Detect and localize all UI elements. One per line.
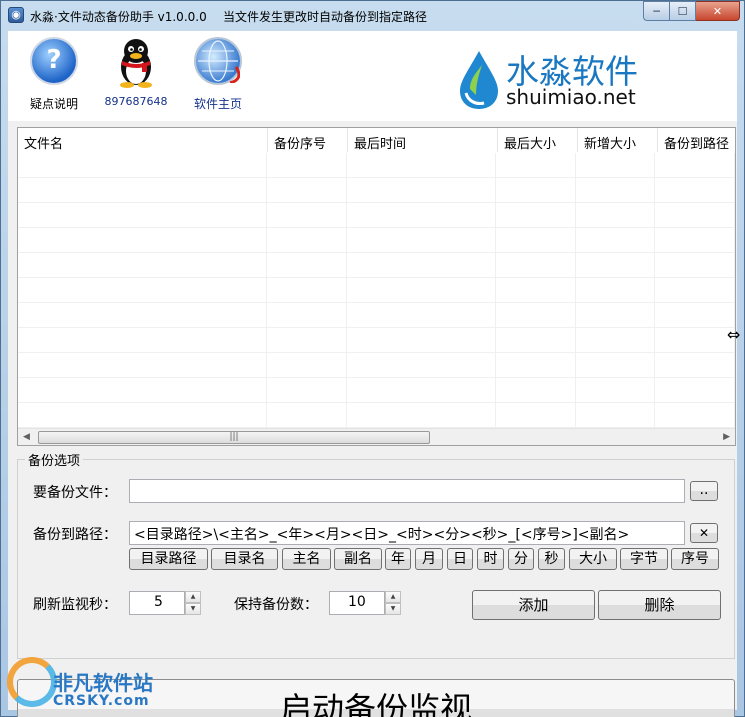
caption-buttons: ─ ☐ ✕	[643, 1, 740, 21]
close-button[interactable]: ✕	[696, 1, 740, 21]
scroll-right-icon[interactable]: ▶	[723, 432, 730, 442]
token-button-bytes[interactable]: 字节	[620, 548, 668, 570]
watermark-url: CRSKY.com	[53, 693, 150, 709]
window-title: 水淼·文件动态备份助手 v1.0.0.0	[30, 10, 207, 24]
spin-up-icon[interactable]: ▲	[385, 591, 401, 603]
column-header-last-time[interactable]: 最后时间	[348, 128, 498, 152]
token-button-seq[interactable]: 序号	[671, 548, 719, 570]
window-subtitle: 当文件发生更改时自动备份到指定路径	[223, 10, 428, 24]
globe-icon	[194, 37, 242, 85]
refresh-seconds-label: 刷新监视秒：	[33, 597, 117, 613]
token-button-year[interactable]: 年	[385, 548, 411, 570]
qq-label: 897687648	[104, 95, 168, 108]
scrollbar-thumb[interactable]: |||	[38, 431, 430, 444]
close-icon: ✕	[712, 4, 723, 18]
app-window: ◉ 水淼·文件动态备份助手 v1.0.0.0 当文件发生更改时自动备份到指定路径…	[0, 0, 745, 717]
keep-count-input[interactable]: 10	[329, 591, 385, 615]
title-bar[interactable]: ◉ 水淼·文件动态备份助手 v1.0.0.0 当文件发生更改时自动备份到指定路径…	[1, 1, 744, 29]
homepage-label: 软件主页	[193, 97, 242, 111]
scroll-left-icon[interactable]: ◀	[23, 432, 30, 442]
token-button-day[interactable]: 日	[447, 548, 473, 570]
token-button-ext-name[interactable]: 副名	[334, 548, 382, 570]
token-button-main-name[interactable]: 主名	[282, 548, 331, 570]
token-button-size[interactable]: 大小	[569, 548, 617, 570]
backup-file-list[interactable]: 文件名 备份序号 最后时间 最后大小 新增大小 备份到路径 ◀ ||| ▶	[17, 127, 736, 446]
column-header-filename[interactable]: 文件名	[18, 128, 268, 152]
column-header-backup-path[interactable]: 备份到路径	[658, 128, 735, 152]
watermark: 非凡软件站 CRSKY.com	[3, 651, 163, 713]
token-button-month[interactable]: 月	[415, 548, 443, 570]
table-row	[18, 203, 735, 228]
refresh-seconds-spinner[interactable]: ▲ ▼	[185, 591, 201, 615]
clear-icon: ✕	[698, 526, 710, 540]
column-header-last-size[interactable]: 最后大小	[498, 128, 578, 152]
token-button-dir-name[interactable]: 目录名	[211, 548, 278, 570]
token-button-minute[interactable]: 分	[508, 548, 534, 570]
maximize-icon: ☐	[677, 4, 688, 18]
table-row	[18, 378, 735, 403]
keep-count-label: 保持备份数：	[234, 597, 318, 613]
column-header-backup-seq[interactable]: 备份序号	[268, 128, 348, 152]
browse-button[interactable]: ..	[690, 481, 718, 501]
client-area: ? 疑点说明 897687648 软件主页 水淼软件 shuimiao.net …	[8, 31, 737, 717]
resize-cursor-icon: ⇔	[727, 325, 741, 344]
table-row	[18, 228, 735, 253]
qq-penguin-icon	[112, 37, 160, 88]
minimize-icon: ─	[653, 4, 660, 18]
brand-logo: 水淼软件 shuimiao.net	[454, 43, 654, 113]
table-row	[18, 253, 735, 278]
table-row	[18, 153, 735, 178]
table-row	[18, 353, 735, 378]
table-row	[18, 403, 735, 428]
spin-down-icon[interactable]: ▼	[385, 603, 401, 615]
list-header: 文件名 备份序号 最后时间 最后大小 新增大小 备份到路径	[18, 128, 735, 152]
token-button-second[interactable]: 秒	[538, 548, 565, 570]
water-drop-icon	[460, 51, 498, 109]
qq-button[interactable]: 897687648	[104, 37, 168, 108]
path-label: 备份到路径：	[33, 527, 117, 543]
clear-path-button[interactable]: ✕	[690, 523, 718, 543]
table-row	[18, 178, 735, 203]
table-row	[18, 303, 735, 328]
token-button-hour[interactable]: 时	[477, 548, 504, 570]
refresh-seconds-input[interactable]: 5	[129, 591, 185, 615]
backup-options-title: 备份选项	[25, 450, 84, 469]
table-row	[18, 278, 735, 303]
backup-options-group: 备份选项 要备份文件： .. 备份到路径： <目录路径>\<主名>_<年><月>…	[17, 450, 735, 659]
file-input[interactable]	[129, 479, 685, 503]
spin-up-icon[interactable]: ▲	[185, 591, 201, 603]
horizontal-scrollbar[interactable]: ◀ ||| ▶	[18, 428, 735, 445]
table-row	[18, 328, 735, 353]
maximize-button[interactable]: ☐	[670, 1, 696, 21]
file-label: 要备份文件：	[33, 485, 117, 501]
token-button-dir-path[interactable]: 目录路径	[129, 548, 208, 570]
path-input[interactable]: <目录路径>\<主名>_<年><月><日>_<时><分><秒>_[<序号>]<副…	[129, 521, 685, 545]
logo-english-text: shuimiao.net	[506, 85, 636, 109]
delete-button[interactable]: 删除	[598, 590, 721, 620]
keep-count-spinner[interactable]: ▲ ▼	[385, 591, 401, 615]
app-icon[interactable]: ◉	[8, 7, 24, 23]
watermark-text: 非凡软件站	[53, 671, 153, 695]
help-button[interactable]: ? 疑点说明	[22, 37, 86, 112]
header-panel: ? 疑点说明 897687648 软件主页 水淼软件 shuimiao.net	[8, 31, 737, 121]
main-content: 文件名 备份序号 最后时间 最后大小 新增大小 备份到路径 ◀ ||| ▶ 备份…	[8, 121, 737, 717]
minimize-button[interactable]: ─	[643, 1, 670, 21]
spin-down-icon[interactable]: ▼	[185, 603, 201, 615]
homepage-button[interactable]: 软件主页	[186, 37, 250, 112]
list-body[interactable]	[18, 153, 735, 429]
add-button[interactable]: 添加	[472, 590, 595, 620]
help-label: 疑点说明	[29, 97, 78, 111]
watermark-logo-icon	[7, 657, 57, 707]
column-header-added-size[interactable]: 新增大小	[578, 128, 658, 152]
help-icon: ?	[30, 37, 78, 85]
